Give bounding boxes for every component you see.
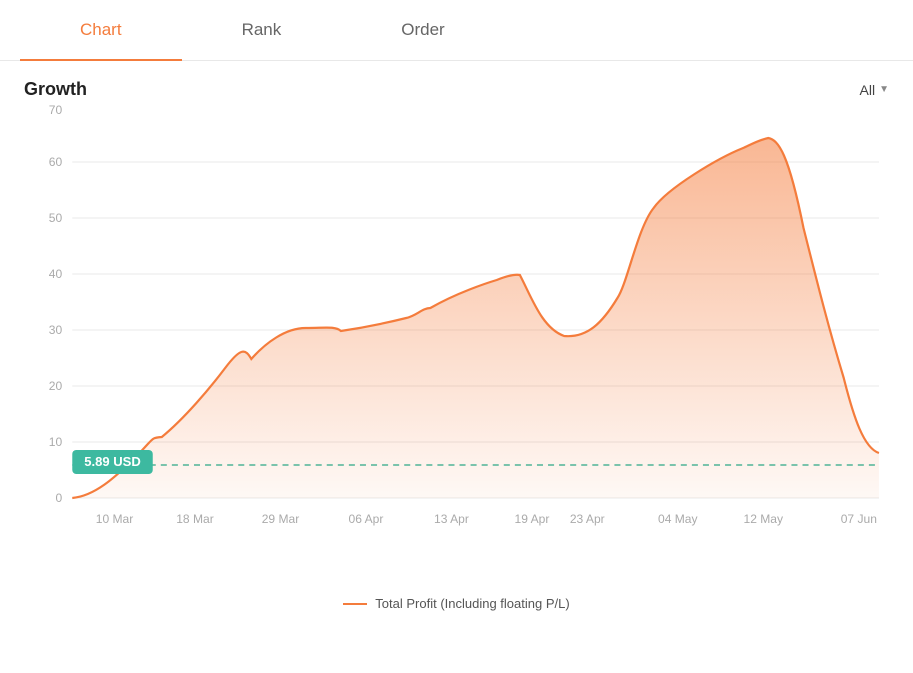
svg-text:60: 60	[49, 155, 63, 169]
chevron-down-icon: ▼	[879, 84, 889, 95]
legend-label: Total Profit (Including floating P/L)	[375, 596, 569, 611]
svg-text:19 Apr: 19 Apr	[515, 512, 550, 526]
filter-dropdown[interactable]: All ▼	[860, 82, 889, 98]
chart-legend: Total Profit (Including floating P/L)	[0, 588, 913, 611]
svg-text:04 May: 04 May	[658, 512, 698, 526]
chart-area: 0 10 20 30 40 50 60 70 5.89 USD 10 Mar 1…	[0, 108, 913, 588]
svg-text:20: 20	[49, 379, 63, 393]
svg-text:13 Apr: 13 Apr	[434, 512, 469, 526]
svg-text:12 May: 12 May	[744, 512, 784, 526]
svg-text:40: 40	[49, 267, 63, 281]
growth-header: Growth All ▼	[0, 61, 913, 108]
svg-text:50: 50	[49, 211, 63, 225]
tab-order[interactable]: Order	[341, 0, 504, 60]
svg-text:23 Apr: 23 Apr	[570, 512, 605, 526]
svg-text:30: 30	[49, 323, 63, 337]
svg-text:29 Mar: 29 Mar	[262, 512, 300, 526]
svg-text:10 Mar: 10 Mar	[96, 512, 134, 526]
svg-text:18 Mar: 18 Mar	[176, 512, 214, 526]
legend-line-icon	[343, 603, 367, 605]
svg-text:10: 10	[49, 435, 63, 449]
svg-text:70: 70	[49, 103, 63, 117]
svg-text:07 Jun: 07 Jun	[841, 512, 877, 526]
tab-chart[interactable]: Chart	[20, 0, 182, 60]
tab-rank[interactable]: Rank	[182, 0, 342, 60]
growth-chart: 0 10 20 30 40 50 60 70 5.89 USD 10 Mar 1…	[24, 108, 889, 538]
svg-text:5.89 USD: 5.89 USD	[84, 454, 141, 469]
tab-bar: Chart Rank Order	[0, 0, 913, 61]
svg-text:0: 0	[56, 491, 63, 505]
svg-text:06 Apr: 06 Apr	[349, 512, 384, 526]
growth-title: Growth	[24, 79, 87, 100]
